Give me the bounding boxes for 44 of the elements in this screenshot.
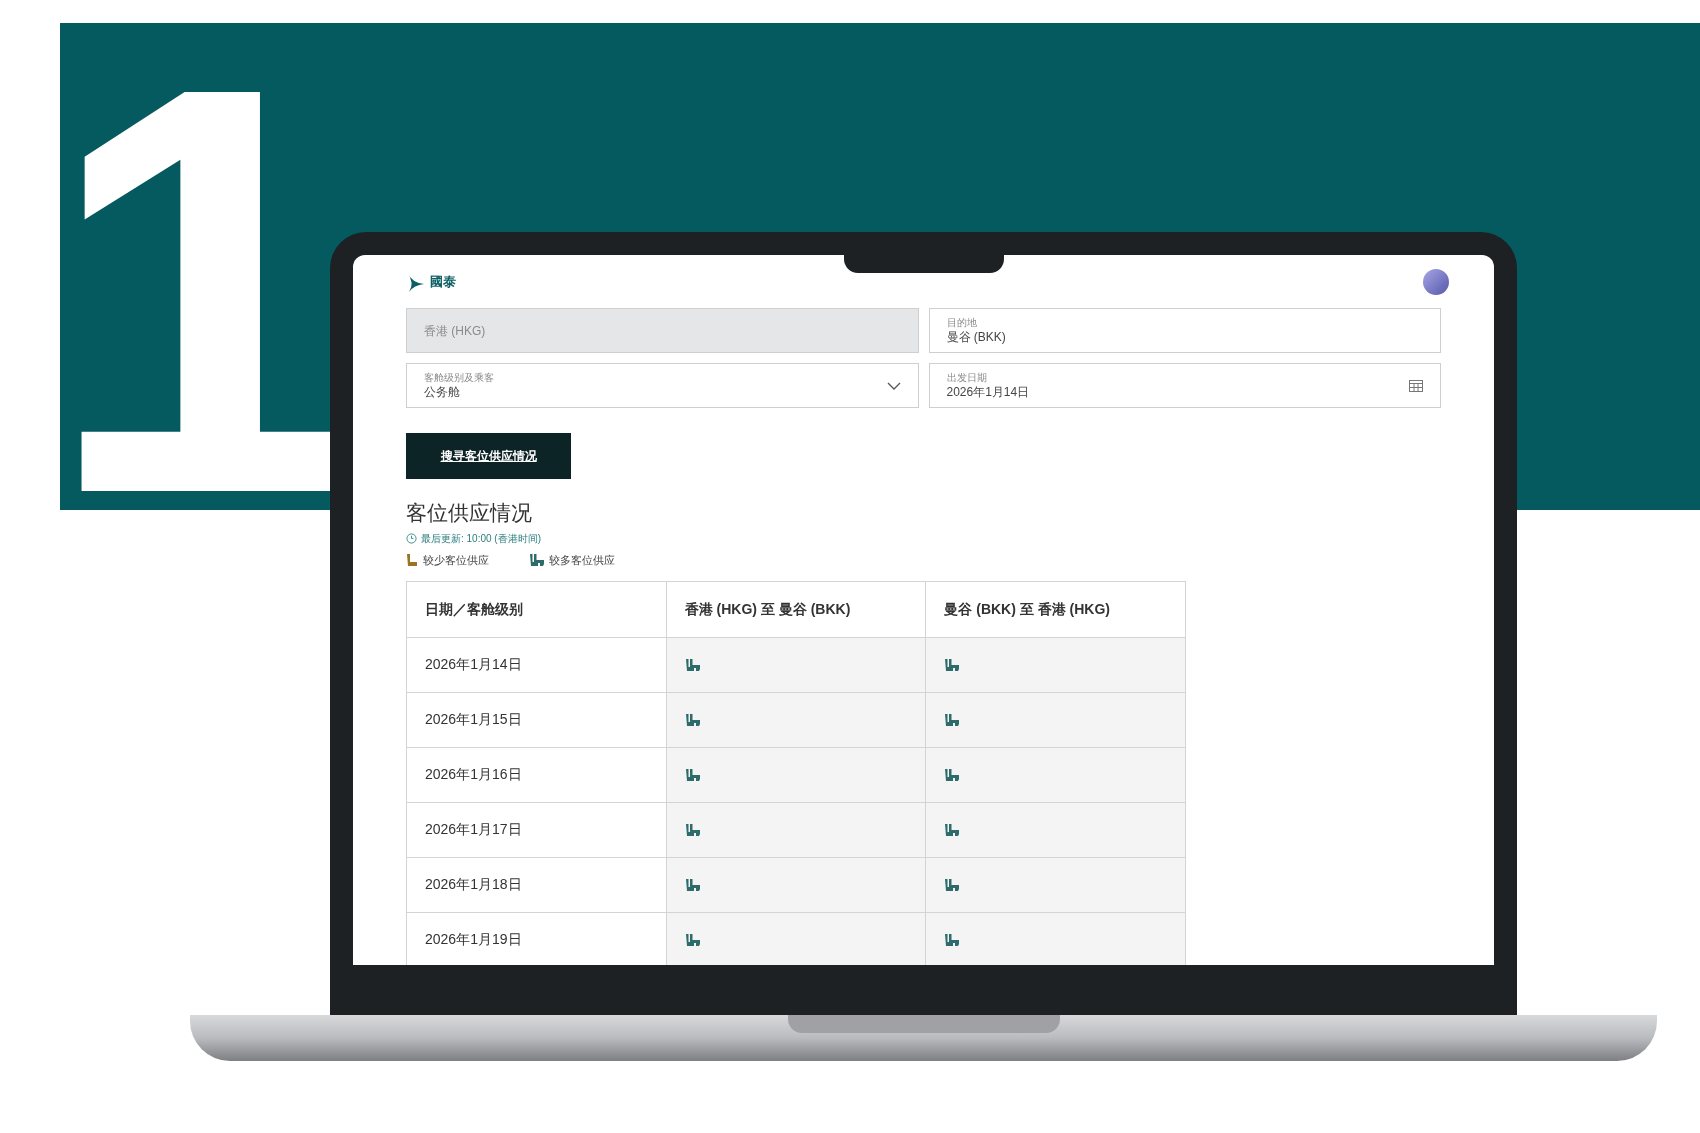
field-value: 曼谷 (BKK) bbox=[946, 328, 1007, 345]
seat-icon bbox=[406, 553, 419, 568]
input-field[interactable]: 出发日期 2026年1月14日 bbox=[928, 363, 1441, 408]
column-header: 日期／客舱级别 bbox=[407, 581, 667, 638]
legend-label: 较少客位供应 bbox=[423, 553, 489, 568]
table-cell: 2026年1月18日 bbox=[407, 857, 667, 913]
field-value: 2026年1月14日 bbox=[946, 383, 1031, 400]
double-seat-icon bbox=[944, 712, 961, 727]
table-cell: 2026年1月19日 bbox=[407, 912, 667, 965]
field-label: 出发日期 bbox=[946, 371, 988, 384]
double-seat-icon bbox=[684, 712, 701, 727]
double-seat-icon bbox=[944, 767, 961, 782]
double-seat-icon bbox=[684, 822, 701, 837]
double-seat-icon bbox=[684, 657, 701, 672]
last-updated: 最后更新: 10:00 (香港时间) bbox=[421, 532, 542, 546]
globe-icon bbox=[1423, 268, 1449, 295]
double-seat-icon bbox=[944, 657, 961, 672]
input-field[interactable]: 客舱级别及乘客 公务舱 bbox=[406, 363, 919, 408]
search-button[interactable]: 搜寻客位供应情况 bbox=[406, 433, 571, 479]
table-cell: 2026年1月16日 bbox=[407, 747, 667, 803]
field-label: 客舱级别及乘客 bbox=[424, 371, 495, 384]
double-seat-icon bbox=[944, 822, 961, 837]
double-seat-icon bbox=[944, 932, 961, 947]
double-seat-icon bbox=[684, 877, 701, 892]
brand-name: 國泰 bbox=[430, 272, 456, 291]
calendar-icon bbox=[1409, 379, 1423, 392]
table-cell: 2026年1月15日 bbox=[407, 692, 667, 748]
clock-icon bbox=[406, 533, 417, 544]
legend-label: 较多客位供应 bbox=[549, 553, 615, 568]
chevron-down-icon bbox=[886, 381, 901, 390]
field-label: 目的地 bbox=[946, 316, 978, 329]
column-header: 曼谷 (BKK) 至 香港 (HKG) bbox=[926, 581, 1186, 638]
double-seat-icon bbox=[529, 553, 545, 568]
field-value: 公务舱 bbox=[424, 383, 461, 400]
double-seat-icon bbox=[684, 767, 701, 782]
table-cell: 2026年1月17日 bbox=[407, 802, 667, 858]
table-cell: 2026年1月14日 bbox=[407, 637, 667, 693]
double-seat-icon bbox=[684, 932, 701, 947]
step-number: 1 bbox=[45, 0, 368, 580]
field-value: 香港 (HKG) bbox=[424, 322, 487, 339]
double-seat-icon bbox=[944, 877, 961, 892]
input-field[interactable]: 目的地 曼谷 (BKK) bbox=[928, 308, 1441, 353]
column-header: 香港 (HKG) 至 曼谷 (BKK) bbox=[666, 581, 927, 638]
section-title: 客位供应情况 bbox=[406, 500, 533, 526]
